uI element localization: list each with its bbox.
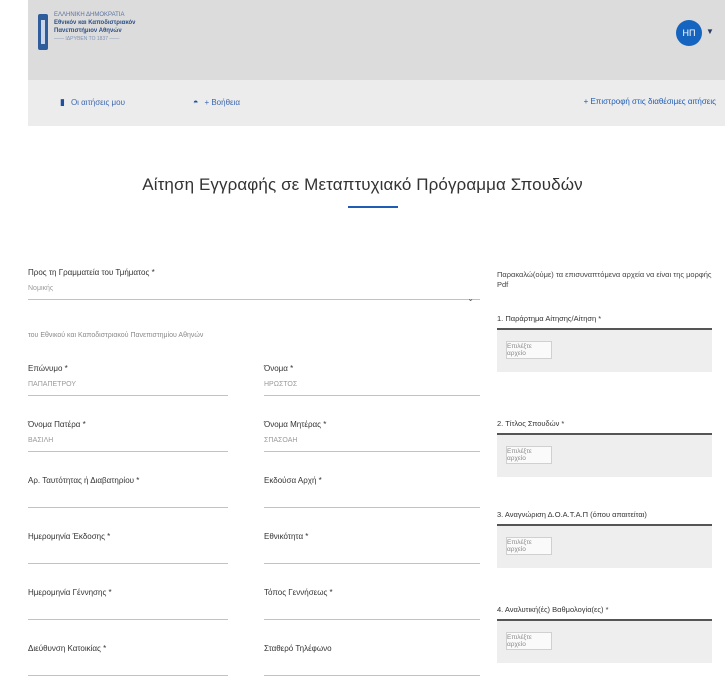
field-underline bbox=[264, 395, 480, 396]
nationality-field[interactable]: Εθνικότητα * bbox=[264, 532, 480, 564]
page-title: Αίτηση Εγγραφής σε Μεταπτυχιακό Πρόγραμμ… bbox=[142, 175, 583, 194]
field-underline bbox=[28, 563, 228, 564]
landline-phone-label: Σταθερό Τηλέφωνο bbox=[264, 644, 332, 653]
logo-line-2: Εθνικόν και Καποδιστριακόν bbox=[54, 20, 136, 26]
landline-phone-value bbox=[264, 661, 480, 671]
nav-help-label: + Βοήθεια bbox=[204, 97, 240, 107]
father-name-label: Όνομα Πατέρα * bbox=[28, 420, 86, 429]
university-emblem-icon bbox=[38, 14, 48, 50]
mother-name-field[interactable]: Όνομα Μητέρας * ΣΠΑΣΟΑΗ bbox=[264, 420, 480, 452]
university-note: του Εθνικού και Καποδιστριακού Πανεπιστη… bbox=[28, 332, 204, 339]
field-underline bbox=[28, 395, 228, 396]
birth-place-label: Τόπος Γεννήσεως * bbox=[264, 588, 333, 597]
first-name-label: Όνομα * bbox=[264, 364, 294, 373]
father-name-field[interactable]: Όνομα Πατέρα * ΒΑΣΙΛΗ bbox=[28, 420, 228, 452]
field-underline bbox=[28, 299, 480, 300]
nationality-value bbox=[264, 549, 480, 559]
address-label: Διεύθυνση Κατοικίας * bbox=[28, 644, 107, 653]
logo-line-1: ΕΛΛΗΝΙΚΗ ΔΗΜΟΚΡΑΤΙΑ bbox=[54, 12, 125, 18]
logo-line-4: —— ΙΔΡΥΘΕΝ ΤΟ 1837 —— bbox=[54, 36, 120, 42]
upload-dropzone[interactable]: Επιλέξτε αρχείο bbox=[497, 526, 712, 568]
issue-date-value bbox=[28, 549, 228, 559]
field-underline bbox=[264, 675, 480, 676]
surname-label: Επώνυμο * bbox=[28, 364, 68, 373]
choose-file-button[interactable]: Επιλέξτε αρχείο bbox=[506, 632, 552, 650]
upload-label: 2. Τίτλος Σπουδών * bbox=[497, 419, 712, 435]
attachments-panel: Παρακαλώ(ούμε) τα επισυναπτόμενα αρχεία … bbox=[497, 270, 712, 663]
user-avatar[interactable]: ΗΠ bbox=[676, 20, 702, 46]
choose-file-button[interactable]: Επιλέξτε αρχείο bbox=[506, 537, 552, 555]
birth-place-value bbox=[264, 605, 480, 615]
field-underline bbox=[264, 563, 480, 564]
chevron-down-icon[interactable]: ▼ bbox=[706, 27, 714, 36]
field-underline bbox=[28, 451, 228, 452]
choose-file-button[interactable]: Επιλέξτε αρχείο bbox=[506, 446, 552, 464]
logo-text: ΕΛΛΗΝΙΚΗ ΔΗΜΟΚΡΑΤΙΑ Εθνικόν και Καποδιστ… bbox=[54, 11, 136, 43]
issue-date-label: Ημερομηνία Έκδοσης * bbox=[28, 532, 111, 541]
birth-date-label: Ημερομηνία Γέννησης * bbox=[28, 588, 112, 597]
field-underline bbox=[28, 507, 228, 508]
logo-line-3: Πανεπιστήμιον Αθηνών bbox=[54, 28, 122, 34]
upload-dropzone[interactable]: Επιλέξτε αρχείο bbox=[497, 435, 712, 477]
secondary-nav: ▮ Οι αιτήσεις μου ◓ + Βοήθεια + Επιστροφ… bbox=[28, 80, 725, 126]
birth-date-field[interactable]: Ημερομηνία Γέννησης * bbox=[28, 588, 228, 620]
first-name-value: ΗΡΩΣΤΟΣ bbox=[264, 381, 298, 388]
upload-label: 4. Αναλυτική(ές) Βαθμολογία(ες) * bbox=[497, 605, 712, 621]
id-number-value bbox=[28, 493, 228, 503]
help-icon: ◓ bbox=[193, 97, 199, 107]
upload-label: 1. Παράρτημα Αίτησης/Αίτηση * bbox=[497, 314, 712, 330]
address-value bbox=[28, 661, 228, 671]
upload-label: 3. Αναγνώριση Δ.Ο.Α.Τ.Α.Π (όπου απαιτείτ… bbox=[497, 510, 712, 526]
field-underline bbox=[264, 451, 480, 452]
upload-degree: 2. Τίτλος Σπουδών * Επιλέξτε αρχείο bbox=[497, 419, 712, 477]
title-underline bbox=[348, 206, 398, 208]
first-name-field[interactable]: Όνομα * ΗΡΩΣΤΟΣ bbox=[264, 364, 480, 396]
field-underline bbox=[28, 675, 228, 676]
nav-my-applications-label: Οι αιτήσεις μου bbox=[70, 98, 125, 107]
mother-name-label: Όνομα Μητέρας * bbox=[264, 420, 327, 429]
upload-transcripts: 4. Αναλυτική(ές) Βαθμολογία(ες) * Επιλέξ… bbox=[497, 605, 712, 663]
nationality-label: Εθνικότητα * bbox=[264, 532, 309, 541]
birth-date-value bbox=[28, 605, 228, 615]
address-field[interactable]: Διεύθυνση Κατοικίας * bbox=[28, 644, 228, 676]
top-header: ΕΛΛΗΝΙΚΗ ΔΗΜΟΚΡΑΤΙΑ Εθνικόν και Καποδιστ… bbox=[28, 0, 725, 80]
university-logo[interactable]: ΕΛΛΗΝΙΚΗ ΔΗΜΟΚΡΑΤΙΑ Εθνικόν και Καποδιστ… bbox=[38, 11, 188, 61]
chevron-down-icon[interactable]: ⌄ bbox=[467, 294, 474, 303]
surname-field[interactable]: Επώνυμο * ΠΑΠΑΠΕΤΡΟΥ bbox=[28, 364, 228, 396]
field-underline bbox=[264, 507, 480, 508]
landline-phone-field[interactable]: Σταθερό Τηλέφωνο bbox=[264, 644, 480, 676]
back-to-applications-link[interactable]: + Επιστροφή στις διαθέσιμες αιτήσεις bbox=[584, 97, 716, 106]
father-name-value: ΒΑΣΙΛΗ bbox=[28, 437, 54, 444]
mother-name-value: ΣΠΑΣΟΑΗ bbox=[264, 437, 298, 444]
surname-value: ΠΑΠΑΠΕΤΡΟΥ bbox=[28, 381, 77, 388]
field-underline bbox=[264, 619, 480, 620]
nav-my-applications[interactable]: ▮ Οι αιτήσεις μου bbox=[60, 97, 125, 108]
issuing-authority-field[interactable]: Εκδούσα Αρχή * bbox=[264, 476, 480, 508]
birth-place-field[interactable]: Τόπος Γεννήσεως * bbox=[264, 588, 480, 620]
nav-help[interactable]: ◓ + Βοήθεια bbox=[193, 97, 240, 107]
id-number-field[interactable]: Αρ. Ταυτότητας ή Διαβατηρίου * bbox=[28, 476, 228, 508]
department-select[interactable]: Προς τη Γραμματεία του Τμήματος * Νομική… bbox=[28, 268, 480, 303]
upload-dropzone[interactable]: Επιλέξτε αρχείο bbox=[497, 330, 712, 372]
choose-file-button[interactable]: Επιλέξτε αρχείο bbox=[506, 341, 552, 359]
issue-date-field[interactable]: Ημερομηνία Έκδοσης * bbox=[28, 532, 228, 564]
department-label: Προς τη Γραμματεία του Τμήματος * bbox=[28, 268, 155, 277]
field-underline bbox=[28, 619, 228, 620]
issuing-authority-label: Εκδούσα Αρχή * bbox=[264, 476, 322, 485]
issuing-authority-value bbox=[264, 493, 480, 503]
upload-recognition: 3. Αναγνώριση Δ.Ο.Α.Τ.Α.Π (όπου απαιτείτ… bbox=[497, 510, 712, 568]
attachments-intro: Παρακαλώ(ούμε) τα επισυναπτόμενα αρχεία … bbox=[497, 270, 712, 289]
department-value: Νομικής bbox=[28, 285, 54, 292]
document-icon: ▮ bbox=[60, 97, 65, 107]
upload-dropzone[interactable]: Επιλέξτε αρχείο bbox=[497, 621, 712, 663]
id-number-label: Αρ. Ταυτότητας ή Διαβατηρίου * bbox=[28, 476, 140, 485]
upload-application: 1. Παράρτημα Αίτησης/Αίτηση * Επιλέξτε α… bbox=[497, 314, 712, 372]
